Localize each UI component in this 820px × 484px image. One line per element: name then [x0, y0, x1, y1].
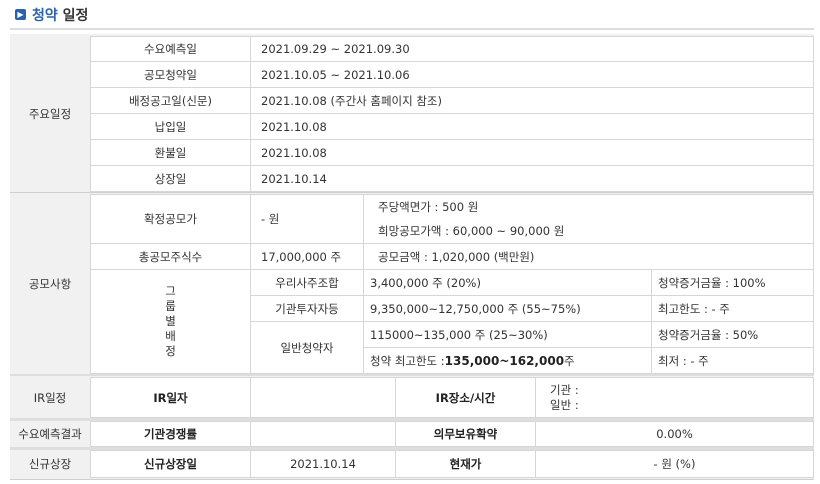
- schedule-value-refund: 2021.10.08: [250, 139, 814, 166]
- group-name-retail: 일반청약자: [250, 321, 364, 374]
- hope-price: 희망공모가액 : 60,000 ~ 90,000 원: [378, 224, 565, 238]
- lockup-label: 의무보유확약: [395, 421, 536, 447]
- section-divider: [10, 192, 814, 193]
- schedule-value-allotment: 2021.10.08 (주간사 홈페이지 참조): [250, 87, 814, 114]
- bottom-border: [10, 479, 814, 480]
- group-char: 별: [165, 314, 176, 328]
- group-allocation-label: 그 룹 별 배 정: [90, 269, 251, 374]
- schedule-label-demand: 수요예측일: [90, 36, 251, 62]
- ir-place-label: IR장소/시간: [395, 377, 536, 418]
- group-note-institution: 최고한도 : - 주: [651, 295, 814, 322]
- current-price-label: 현재가: [395, 450, 536, 478]
- ir-date-label: IR일자: [90, 377, 251, 418]
- group-name-institution: 기관투자자등: [250, 295, 364, 322]
- demand-section-label: 수요예측결과: [18, 427, 82, 441]
- schedule-label-payment: 납입일: [90, 113, 251, 140]
- group-char: 정: [165, 344, 176, 358]
- fixed-price-label: 확정공모가: [90, 194, 251, 244]
- listing-section-label: 신규상장: [28, 457, 72, 471]
- retail-limit-label: 청약 최고한도 :: [370, 353, 445, 368]
- group-shares-institution: 9,350,000~12,750,000 주 (55~75%): [363, 295, 652, 322]
- current-price-value: - 원 (%): [535, 450, 814, 478]
- page-title: 청약 일정: [32, 8, 89, 24]
- group-char: 배: [165, 329, 176, 343]
- schedule-value-payment: 2021.10.08: [250, 113, 814, 140]
- fixed-price-value: - 원: [250, 194, 364, 244]
- ir-inst-label: 기관 :: [550, 382, 579, 397]
- schedule-value-demand: 2021.09.29 ~ 2021.09.30: [250, 36, 814, 62]
- group-shares-retail: 115000~135,000 주 (25~30%): [363, 321, 652, 348]
- schedule-section-label: 주요일정: [28, 107, 72, 121]
- schedule-label-refund: 환불일: [90, 139, 251, 166]
- lockup-value: 0.00%: [535, 421, 814, 447]
- competition-label: 기관경쟁률: [90, 421, 251, 447]
- total-shares-label: 총공모주식수: [90, 243, 251, 270]
- ir-date-value: [250, 377, 396, 418]
- total-shares-value: 17,000,000 주: [250, 243, 364, 270]
- group-char: 룹: [165, 299, 176, 313]
- schedule-label-listing: 상장일: [90, 165, 251, 192]
- offering-section-label: 공모사항: [28, 276, 72, 291]
- price-info-box: 주당액면가 : 500 원 희망공모가액 : 60,000 ~ 90,000 원: [363, 194, 814, 244]
- ir-section-label: IR일정: [33, 390, 67, 405]
- schedule-value-subscription: 2021.10.05 ~ 2021.10.06: [250, 61, 814, 88]
- retail-limit-unit: 주: [564, 353, 575, 368]
- retail-limit: 청약 최고한도 : 135,000~162,000 주: [363, 347, 652, 374]
- offering-amount: 공모금액 : 1,020,000 (백만원): [363, 243, 814, 270]
- arrow-right-icon: ▶: [15, 9, 26, 20]
- group-shares-employee: 3,400,000 주 (20%): [363, 269, 652, 296]
- listing-date-value: 2021.10.14: [250, 450, 396, 478]
- schedule-label-subscription: 공모청약일: [90, 61, 251, 88]
- competition-value: [250, 421, 396, 447]
- group-note-retail: 청약증거금율 : 50%: [651, 321, 814, 348]
- group-char: 그: [165, 284, 176, 298]
- section-header: ▶ 청약 일정: [10, 2, 814, 30]
- par-value: 주당액면가 : 500 원: [378, 200, 479, 214]
- schedule-label-allotment: 배정공고일(신문): [90, 87, 251, 114]
- retail-min: 최저 : - 주: [651, 347, 814, 374]
- retail-limit-value: 135,000~162,000: [444, 353, 565, 368]
- group-note-employee: 청약증거금율 : 100%: [651, 269, 814, 296]
- group-name-employee: 우리사주조합: [250, 269, 364, 296]
- listing-date-label: 신규상장일: [90, 450, 251, 478]
- schedule-value-listing: 2021.10.14: [250, 165, 814, 192]
- ir-retail-label: 일반 :: [550, 397, 579, 412]
- ir-place-value: 기관 : 일반 :: [535, 377, 814, 418]
